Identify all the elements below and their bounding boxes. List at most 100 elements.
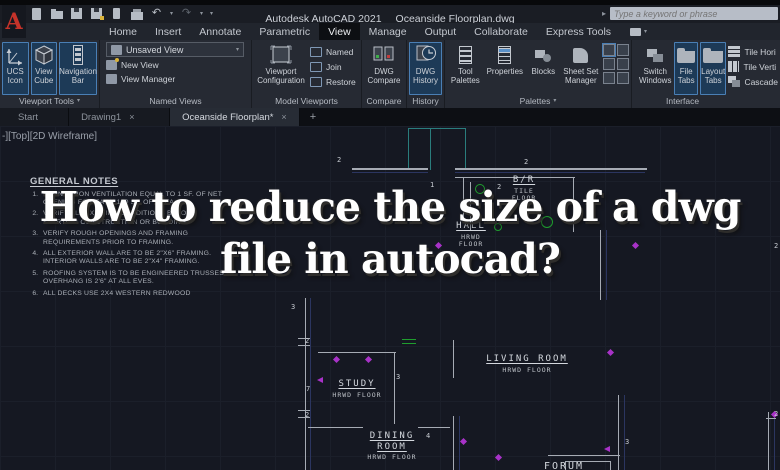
dwg-compare-button[interactable]: DWG Compare bbox=[364, 42, 404, 95]
close-icon[interactable]: × bbox=[129, 112, 134, 122]
palette-icon[interactable] bbox=[617, 58, 629, 70]
file-tabs-icon bbox=[677, 43, 696, 67]
redo-icon[interactable]: ↷ bbox=[180, 7, 193, 20]
restore-viewport-label: Restore bbox=[326, 76, 356, 87]
panel-label-interface[interactable]: Interface bbox=[632, 95, 780, 108]
palette-icon[interactable] bbox=[617, 44, 629, 56]
plus-icon: + bbox=[309, 111, 317, 123]
redo-dropdown-icon[interactable]: ▾ bbox=[200, 10, 203, 17]
dwg-history-icon bbox=[415, 43, 437, 67]
file-tab-start[interactable]: Start bbox=[0, 108, 70, 126]
palette-icon[interactable] bbox=[603, 72, 615, 84]
panel-compare: DWG Compare Compare bbox=[362, 40, 407, 108]
palette-icon[interactable] bbox=[617, 72, 629, 84]
tab-collaborate[interactable]: Collaborate bbox=[465, 23, 537, 40]
drawing-viewport[interactable]: -][Top][2D Wireframe] GENERAL NOTES 1. FO… bbox=[0, 126, 780, 470]
ucs-icon-button[interactable]: UCS Icon bbox=[2, 42, 29, 95]
tab-manage[interactable]: Manage bbox=[360, 23, 416, 40]
note-item: 2. VERIFY ALL EXISTING CONDITIONS BEFORE … bbox=[32, 210, 197, 226]
palette-icon[interactable] bbox=[603, 58, 615, 70]
file-tab-drawing1[interactable]: Drawing1 × bbox=[69, 108, 171, 126]
file-tab-oceanside[interactable]: Oceanside Floorplan* × bbox=[170, 108, 300, 126]
room-label-forum: FORUM bbox=[543, 461, 585, 470]
tab-output[interactable]: Output bbox=[416, 23, 466, 40]
new-view-icon bbox=[106, 57, 119, 70]
switch-windows-icon bbox=[647, 43, 664, 67]
panel-label-palettes[interactable]: Palettes ▾ bbox=[445, 95, 631, 108]
view-cube-label: View Cube bbox=[34, 67, 54, 85]
view-manager-label: View Manager bbox=[121, 73, 176, 84]
general-notes-heading: GENERAL NOTES bbox=[30, 176, 119, 187]
panel-label-viewport-tools[interactable]: Viewport Tools ▾ bbox=[0, 95, 99, 108]
panel-interface: Switch Windows File Tabs Layout Tabs Til… bbox=[632, 40, 780, 108]
save-as-icon[interactable] bbox=[90, 7, 104, 20]
named-viewport-button[interactable]: Named bbox=[310, 45, 356, 58]
autocad-logo-icon[interactable]: A bbox=[2, 5, 26, 38]
search-input[interactable] bbox=[610, 7, 778, 20]
print-icon[interactable] bbox=[130, 7, 143, 20]
blocks-button[interactable]: Blocks bbox=[528, 42, 559, 95]
restore-viewport-button[interactable]: Restore bbox=[310, 75, 356, 88]
dwg-history-button[interactable]: DWG History bbox=[409, 42, 442, 95]
properties-label: Properties bbox=[486, 67, 524, 76]
navigation-bar-button[interactable]: Navigation Bar bbox=[59, 42, 97, 95]
view-dropdown-caret-icon: ▾ bbox=[235, 47, 239, 53]
new-drawing-tab-button[interactable]: + bbox=[300, 108, 326, 126]
switch-windows-label: Switch Windows bbox=[639, 67, 672, 85]
blocks-label: Blocks bbox=[531, 67, 556, 76]
tab-home[interactable]: Home bbox=[100, 23, 146, 40]
join-viewport-button[interactable]: Join bbox=[310, 60, 356, 73]
panel-label-model-viewports[interactable]: Model Viewports bbox=[252, 95, 361, 108]
search-expand-icon[interactable]: ▸ bbox=[602, 9, 606, 18]
tile-horizontally-button[interactable]: Tile Hori bbox=[728, 45, 778, 58]
viewport-configuration-label: Viewport Configuration bbox=[257, 67, 305, 85]
open-folder-icon[interactable] bbox=[50, 7, 63, 20]
palettes-icon-grid bbox=[603, 44, 629, 95]
view-cube-button[interactable]: View Cube bbox=[30, 42, 57, 95]
ribbon-minimize-button[interactable]: ▾ bbox=[630, 23, 647, 40]
tab-view[interactable]: View bbox=[319, 23, 360, 40]
switch-windows-button[interactable]: Switch Windows bbox=[638, 42, 672, 95]
tab-insert[interactable]: Insert bbox=[146, 23, 190, 40]
tool-palettes-label: Tool Palettes bbox=[450, 67, 480, 85]
sheet-set-manager-button[interactable]: Sheet Set Manager bbox=[561, 42, 601, 95]
tab-annotate[interactable]: Annotate bbox=[190, 23, 250, 40]
room-label-study: STUDY HRWD FLOOR bbox=[332, 379, 382, 399]
undo-icon[interactable]: ↶ bbox=[150, 7, 163, 20]
cascade-button[interactable]: Cascade bbox=[728, 75, 778, 88]
viewport-controls[interactable]: -][Top][2D Wireframe] bbox=[2, 131, 97, 142]
quick-access-toolbar: ↶ ▾ ↷ ▾ ▾ bbox=[30, 7, 213, 20]
layout-tabs-button[interactable]: Layout Tabs bbox=[699, 42, 727, 95]
layout-tabs-icon bbox=[703, 43, 724, 67]
viewport-configuration-button[interactable]: Viewport Configuration bbox=[254, 42, 308, 95]
panel-label-named-views[interactable]: Named Views bbox=[100, 95, 251, 108]
dwg-compare-icon bbox=[373, 43, 395, 67]
tool-palettes-button[interactable]: Tool Palettes bbox=[449, 42, 482, 95]
undo-dropdown-icon[interactable]: ▾ bbox=[170, 10, 173, 17]
new-file-icon[interactable] bbox=[30, 7, 43, 20]
tab-parametric[interactable]: Parametric bbox=[250, 23, 319, 40]
new-view-button[interactable]: New View bbox=[106, 57, 249, 71]
view-manager-icon bbox=[106, 73, 117, 84]
tab-express-tools[interactable]: Express Tools bbox=[537, 23, 620, 40]
tile-vertically-label: Tile Verti bbox=[743, 61, 777, 72]
view-cube-icon bbox=[33, 43, 55, 67]
navigation-bar-label: Navigation Bar bbox=[59, 67, 97, 85]
qat-customize-icon[interactable]: ▾ bbox=[210, 10, 213, 17]
properties-button[interactable]: Properties bbox=[484, 42, 526, 95]
panel-caret-icon: ▾ bbox=[553, 98, 557, 104]
close-icon[interactable]: × bbox=[281, 112, 286, 122]
tile-vertically-button[interactable]: Tile Verti bbox=[728, 60, 778, 73]
note-item: 4. ALL EXTERIOR WALL ARE TO BE 2"X6" FRAM… bbox=[32, 250, 212, 266]
save-icon[interactable] bbox=[70, 7, 83, 20]
command-line-icon[interactable] bbox=[603, 44, 615, 56]
file-tabs-button[interactable]: File Tabs bbox=[674, 42, 698, 95]
panel-label-compare[interactable]: Compare bbox=[362, 95, 406, 108]
plot-icon[interactable] bbox=[110, 7, 123, 20]
panel-label-history[interactable]: History bbox=[407, 95, 444, 108]
ribbon-minimize-caret-icon: ▾ bbox=[644, 29, 648, 35]
cascade-label: Cascade bbox=[744, 76, 778, 87]
layout-tabs-label: Layout Tabs bbox=[701, 67, 726, 85]
view-manager-button[interactable]: View Manager bbox=[106, 72, 249, 85]
view-dropdown[interactable]: Unsaved View ▾ bbox=[106, 42, 244, 57]
